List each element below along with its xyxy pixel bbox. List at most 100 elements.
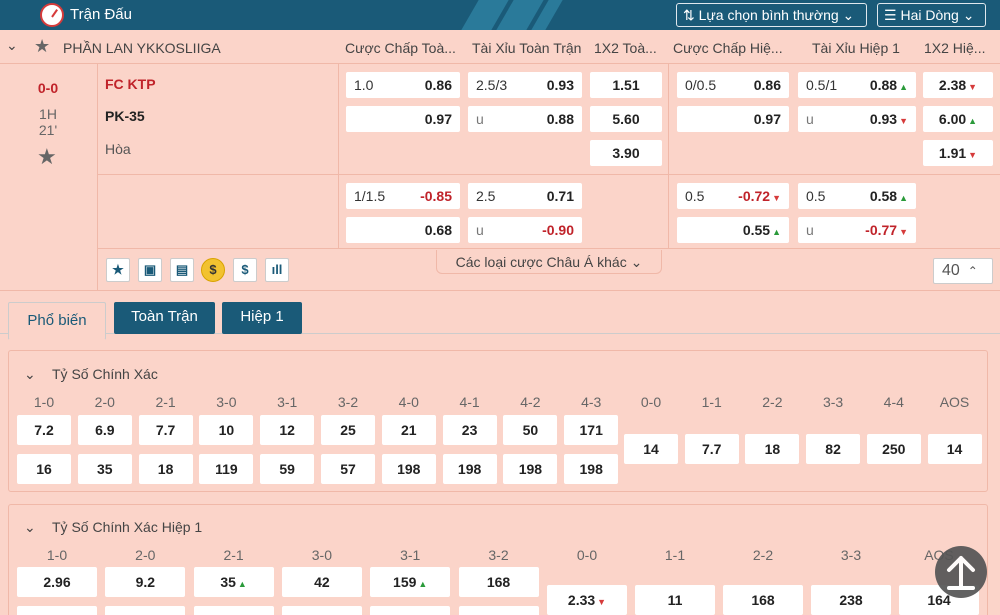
odds-cell[interactable]: 57 [321,454,375,484]
odds-cell[interactable]: 250 [866,434,921,464]
odds-cell[interactable]: 7.2 [17,415,71,445]
match-status: 0-0 1H 21' ★ [0,64,98,290]
odds-cell[interactable]: 14 [927,434,982,464]
odds-cell[interactable]: 10 [199,415,254,445]
odds-cell[interactable]: 2.96 [17,567,97,597]
odds-cell[interactable]: 168 [458,606,539,615]
odds-cell[interactable]: 6.00 ▲ [923,106,993,132]
odds-cell[interactable]: 12 [260,415,315,445]
odds-cell[interactable]: 171 [564,415,619,445]
odds-cell[interactable]: 59 [260,454,315,484]
more-markets-toggle[interactable]: Các loại cược Châu Á khác ⌄ [436,250,662,274]
odds-cell[interactable]: 0.5/1 0.88 ▲ [798,72,916,98]
odds-cell[interactable]: 6.9 [77,415,132,445]
tab-first-half[interactable]: Hiệp 1 [222,302,302,334]
arrow-up-icon: ▲ [899,193,908,203]
odds-cell[interactable]: 82 [806,434,861,464]
odds-cell[interactable]: 2.5/3 0.93 [468,72,582,98]
odds-cell[interactable]: 238 [811,585,891,615]
scroll-top-button[interactable] [935,546,987,598]
odds-cell[interactable]: 2.33 ▼ [547,585,627,615]
odds-cell[interactable]: 198 [442,454,497,484]
odds-cell[interactable]: 1.51 [590,72,662,98]
odds-cell[interactable]: 119 [199,454,254,484]
odds-cell[interactable]: 18 [138,454,193,484]
arrow-down-icon: ▼ [597,597,607,607]
odds-cell[interactable]: 2.38 ▼ [923,72,993,98]
star-icon[interactable]: ★ [34,36,50,57]
collapse-chevron-icon[interactable]: ⌄ [6,37,18,54]
divider [668,64,669,248]
odds-cell[interactable]: 23 [442,415,497,445]
odds-cell[interactable]: 1.91 ▼ [923,140,993,166]
tab-full-match[interactable]: Toàn Trận [114,302,215,334]
score-label: 0-0 [576,547,598,563]
odds-cell[interactable]: 0.55 ▲ [677,217,789,243]
odds-cell[interactable]: 168 [281,606,362,615]
odds-cell[interactable]: 198 [564,454,619,484]
odds-cell[interactable]: 35 ▲ [193,567,274,597]
tab-popular[interactable]: Phổ biến [8,302,106,340]
filter-dropdown[interactable]: ⇅ Lựa chọn bình thường ⌄ [676,3,867,27]
odds-cell[interactable]: 1/1.5 -0.85 [346,183,460,209]
odds-cell[interactable]: 1.0 0.86 [346,72,460,98]
odds-cell[interactable]: u 0.88 [468,106,582,132]
odds-cell[interactable]: 83 [193,606,274,615]
col-header: Tài Xỉu Toàn Trận [472,40,582,56]
odds-cell[interactable]: 0.68 [346,217,460,243]
odds-cell[interactable]: 21 [381,415,436,445]
odds-cell[interactable]: 159 ▲ [370,567,451,597]
score-label: 4-3 [581,394,602,410]
favorite-star-icon[interactable]: ★ [37,144,57,170]
odds-cell[interactable]: 7.7 [138,415,193,445]
odds-cell[interactable]: 3.90 [590,140,662,166]
odds-cell[interactable]: 9.2 [105,567,186,597]
score-label: 3-3 [840,547,862,563]
stats-icon[interactable]: ıll [265,258,289,282]
arrow-up-icon: ▲ [968,116,978,126]
odds-cell[interactable]: u -0.90 [468,217,582,243]
odds-cell[interactable]: 25 [321,415,375,445]
field-icon[interactable]: ▣ [138,258,162,282]
odds-cell[interactable]: 168 [370,606,451,615]
odds-cell[interactable]: 7.7 [684,434,739,464]
rows-dropdown[interactable]: ☰ Hai Dòng ⌄ [877,3,986,27]
col-header: Tài Xỉu Hiệp 1 [812,40,900,56]
odds-cell[interactable]: 7.3 [17,606,97,615]
odds-cell[interactable]: 50 [503,415,558,445]
odds-cell[interactable]: 11 [635,585,715,615]
dollar-icon[interactable]: $ [233,258,257,282]
odds-cell[interactable]: 2.5 0.71 [468,183,582,209]
odds-cell[interactable]: 198 [503,454,558,484]
star-icon[interactable]: ★ [106,258,130,282]
page-title: Trận Đấu [70,6,132,23]
col-header: 1X2 Toà... [594,40,657,56]
match-minute: 21' [38,122,58,138]
odds-cell[interactable]: 198 [381,454,436,484]
odds-cell[interactable]: u -0.77 ▼ [798,217,916,243]
chevron-down-icon: ⌄ [626,254,643,270]
coin-icon[interactable]: $ [201,258,225,282]
odds-cell[interactable]: 0.97 [346,106,460,132]
collapse-chevron-icon[interactable]: ⌄ [24,519,36,536]
collapse-chevron-icon[interactable]: ⌄ [24,366,36,383]
odds-cell[interactable]: 35 [77,454,132,484]
odds-cell[interactable]: 18 [745,434,800,464]
score-label: 3-1 [277,394,298,410]
odds-cell[interactable]: 168 [723,585,803,615]
odds-cell[interactable]: 16 [17,454,71,484]
odds-cell[interactable]: 0.97 [677,106,789,132]
odds-cell[interactable]: 54 [105,606,186,615]
odds-cell[interactable]: 0.5 -0.72 ▼ [677,183,789,209]
odds-cell[interactable]: 5.60 [590,106,662,132]
score-label: 3-1 [400,547,421,563]
odds-cell[interactable]: 0.5 0.58 ▲ [798,183,916,209]
odds-cell[interactable]: u 0.93 ▼ [798,106,916,132]
odds-cell[interactable]: 0/0.5 0.86 [677,72,789,98]
score-label: 3-0 [311,547,332,563]
odds-cell[interactable]: 42 [281,567,362,597]
market-count-button[interactable]: 40 ⌃ [933,258,993,284]
odds-cell[interactable]: 168 [458,567,539,597]
ticket-icon[interactable]: ▤ [170,258,194,282]
odds-cell[interactable]: 14 [624,434,678,464]
